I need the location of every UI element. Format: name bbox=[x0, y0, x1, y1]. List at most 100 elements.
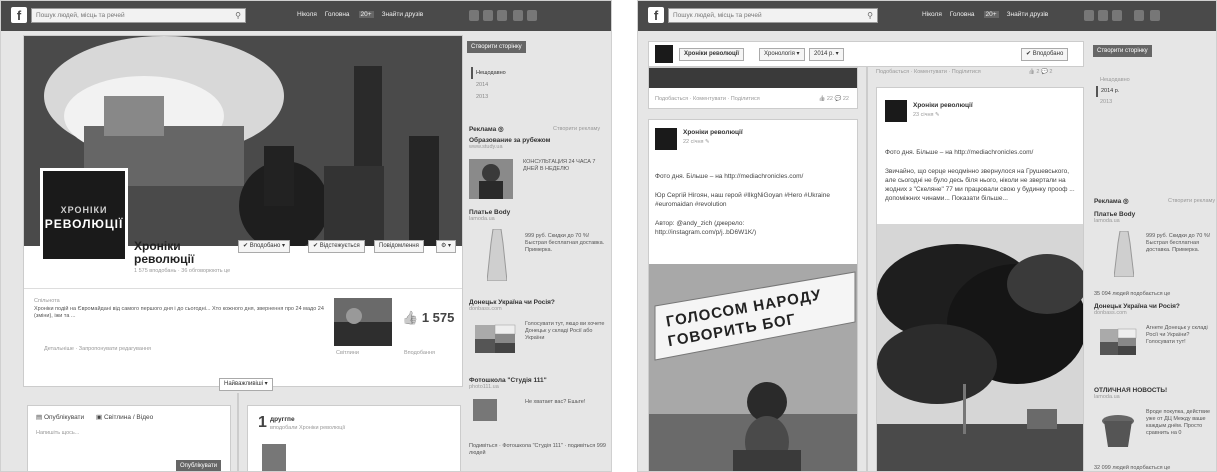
timeline-post: Хроніки революції 23 січня ✎ Фото дня. Б… bbox=[876, 87, 1084, 471]
post-text-line[interactable]: допоміжних чинами... Показати більше... bbox=[885, 194, 1077, 203]
profile-logo-line2: РЕВОЛЮЦІЇ bbox=[44, 217, 124, 231]
photos-thumbnail[interactable] bbox=[334, 298, 392, 346]
ad-text: Агнете Донецьк у складі Росії чи України… bbox=[1146, 325, 1208, 345]
liked-button[interactable]: ✔ Вподобано ▾ bbox=[238, 240, 290, 253]
ad-text: Голосувати тут, якщо ви хочете Донецьк у… bbox=[525, 321, 605, 341]
post-author-avatar[interactable] bbox=[885, 100, 907, 122]
composer-post-button[interactable]: Опублікувати bbox=[176, 460, 222, 471]
year-nav-2013[interactable]: 2013 bbox=[471, 91, 507, 103]
section-dropdown[interactable]: Хронологія ▾ bbox=[759, 48, 805, 61]
create-ad-link[interactable]: Створити рекламу bbox=[553, 126, 600, 132]
ad-item[interactable]: Образование за рубежом www.study.ua КОНС… bbox=[469, 137, 609, 199]
timeline-filter-dropdown[interactable]: Найважливіші ▾ bbox=[219, 378, 273, 391]
search-input[interactable]: Пошук людей, місць та речей ⚲ bbox=[668, 8, 878, 23]
ad-image bbox=[1098, 409, 1138, 449]
year-nav-2013[interactable]: 2013 bbox=[1096, 97, 1140, 108]
ad-title: Фотошкола "Студія 111" bbox=[469, 377, 547, 384]
about-section: Спільнота Хроніки подій на Євромайдані в… bbox=[34, 298, 324, 320]
notifications-icon[interactable] bbox=[497, 10, 507, 21]
year-nav-recent[interactable]: Нещодавно bbox=[471, 67, 507, 79]
post-photo-image bbox=[877, 224, 1083, 471]
search-icon[interactable]: ⚲ bbox=[867, 9, 873, 22]
post-author-avatar[interactable] bbox=[655, 128, 677, 150]
ad-text: Не хватает вас? Ешьте! bbox=[525, 399, 586, 405]
post-tab-icon: ▤ bbox=[36, 414, 43, 421]
notifications-icon[interactable] bbox=[1112, 10, 1122, 21]
photos-label[interactable]: Світлини bbox=[336, 350, 359, 356]
about-title: Спільнота bbox=[34, 298, 60, 304]
ad-item[interactable]: Платье Body lamoda.ua 999 руб. Скидки до… bbox=[1094, 211, 1216, 277]
ad-item[interactable]: Донецьк Україна чи Росія? donbass.com Аг… bbox=[1094, 303, 1216, 355]
post-timestamp[interactable]: 22 січня ✎ bbox=[683, 139, 710, 145]
settings-icon[interactable] bbox=[527, 10, 537, 21]
page-avatar[interactable] bbox=[655, 45, 673, 63]
about-more-link[interactable]: Детальніше · Запропонувати редагування bbox=[44, 346, 151, 352]
create-page-button[interactable]: Створити сторінку bbox=[1093, 45, 1152, 57]
privacy-icon[interactable] bbox=[1134, 10, 1144, 21]
ad-image bbox=[1114, 231, 1134, 277]
page-header-card: ХРОНІКИ РЕВОЛЮЦІЇ Хроніки революції 1 57… bbox=[23, 35, 463, 387]
post-author-name[interactable]: Хроніки революції bbox=[683, 129, 743, 136]
post-photo[interactable]: ГОЛОСОМ НАРОДУ ГОВОРИТЬ БОГ bbox=[649, 264, 857, 471]
nav-find-friends[interactable]: Знайти друзів bbox=[382, 11, 424, 18]
ad-text: КОНСУЛЬТАЦИЯ 24 ЧАСА 7 ДНЕЙ В НЕДЕЛЮ bbox=[523, 159, 596, 172]
likes-label[interactable]: Вподобання bbox=[404, 350, 435, 356]
profile-logo-line1: ХРОНІКИ bbox=[60, 205, 108, 215]
message-button[interactable]: Повідомлення bbox=[374, 240, 424, 253]
ads-header: Реклама ◎ bbox=[469, 126, 504, 133]
messages-icon[interactable] bbox=[1098, 10, 1108, 21]
composer-tabs: ▤ Опублікувати ▣ Світлина / Відео bbox=[36, 413, 153, 421]
friend-requests-icon[interactable] bbox=[469, 10, 479, 21]
gear-menu-button[interactable]: ⚙ ▾ bbox=[436, 240, 457, 253]
messages-icon[interactable] bbox=[483, 10, 493, 21]
timeline-year-nav: Нещодавно 2014 2013 bbox=[471, 67, 507, 103]
search-icon[interactable]: ⚲ bbox=[235, 9, 241, 22]
profile-picture[interactable]: ХРОНІКИ РЕВОЛЮЦІЇ bbox=[40, 168, 128, 262]
friend-avatar[interactable] bbox=[262, 444, 286, 471]
post-text-line: Фото дня. Більше – на http://mediachroni… bbox=[885, 149, 1034, 156]
photos-thumbnail-image bbox=[334, 298, 392, 346]
friend-requests-icon[interactable] bbox=[1084, 10, 1094, 21]
ad-item[interactable]: Платье Body lamoda.ua 999 руб. Скидки до… bbox=[469, 209, 609, 281]
year-nav-2014[interactable]: 2014 р. bbox=[1096, 86, 1140, 97]
year-nav-recent[interactable]: Нещодавно bbox=[1096, 75, 1140, 86]
year-nav-2014[interactable]: 2014 bbox=[471, 79, 507, 91]
previous-post-tail: Подобається · Коментувати · Поділитися 👍… bbox=[648, 67, 858, 109]
nav-find-friends[interactable]: Знайти друзів bbox=[1007, 11, 1049, 18]
nav-user[interactable]: Ніколя bbox=[922, 11, 942, 18]
post-actions[interactable]: Подобається · Коментувати · Поділитися bbox=[876, 69, 981, 75]
thumbs-up-icon: 👍 bbox=[402, 310, 419, 325]
post-photo[interactable] bbox=[877, 224, 1083, 471]
nav-home[interactable]: Головна bbox=[325, 11, 350, 18]
settings-icon[interactable] bbox=[1150, 10, 1160, 21]
create-page-button[interactable]: Створити сторінку bbox=[467, 41, 526, 53]
liked-button[interactable]: ✔ Вподобано bbox=[1021, 48, 1069, 61]
composer-tab-photo[interactable]: Світлина / Відео bbox=[104, 414, 153, 421]
nav-user[interactable]: Ніколя bbox=[297, 11, 317, 18]
facebook-logo-icon[interactable]: f bbox=[648, 7, 664, 23]
facebook-logo-icon[interactable]: f bbox=[11, 7, 27, 23]
ad-site: donbass.com bbox=[1094, 310, 1127, 316]
ad-text: 999 руб. Скидки до 70 %! Быстрая бесплат… bbox=[1146, 233, 1211, 253]
page-name-button[interactable]: Хроніки революції bbox=[679, 48, 745, 61]
post-timestamp[interactable]: 23 січня ✎ bbox=[913, 112, 940, 118]
search-input[interactable]: Пошук людей, місць та речей ⚲ bbox=[31, 8, 246, 23]
ad-item[interactable]: ОТЛИЧНАЯ НОВОСТЬ! lamoda.ua Вроде покупк… bbox=[1094, 387, 1216, 447]
ad-image bbox=[469, 159, 513, 199]
post-author-name[interactable]: Хроніки революції bbox=[913, 102, 973, 109]
ad-site: lamoda.ua bbox=[1094, 394, 1120, 400]
post-actions[interactable]: Подобається · Коментувати · Поділитися bbox=[655, 96, 760, 102]
page-stats: 1 575 вподобань · 36 обговорюють це bbox=[134, 268, 231, 274]
likes-widget[interactable]: 👍 1 575 bbox=[402, 310, 454, 326]
create-ad-link[interactable]: Створити рекламу bbox=[1168, 198, 1215, 204]
friends-label: друггпе bbox=[270, 416, 295, 423]
follow-button[interactable]: ✔ Відстежується bbox=[308, 240, 365, 253]
privacy-icon[interactable] bbox=[513, 10, 523, 21]
ad-item[interactable]: Фотошкола "Студія 111" photo111.ua Не хв… bbox=[469, 377, 609, 421]
composer-input[interactable]: Напишіть щось... bbox=[36, 430, 79, 436]
page-title: Хроніки революції bbox=[134, 240, 194, 266]
ad-item[interactable]: Донецьк Україна чи Росія? donbass.com Го… bbox=[469, 299, 609, 353]
nav-home[interactable]: Головна bbox=[950, 11, 975, 18]
composer-tab-post[interactable]: Опублікувати bbox=[44, 414, 84, 421]
year-dropdown[interactable]: 2014 р. ▾ bbox=[809, 48, 844, 61]
